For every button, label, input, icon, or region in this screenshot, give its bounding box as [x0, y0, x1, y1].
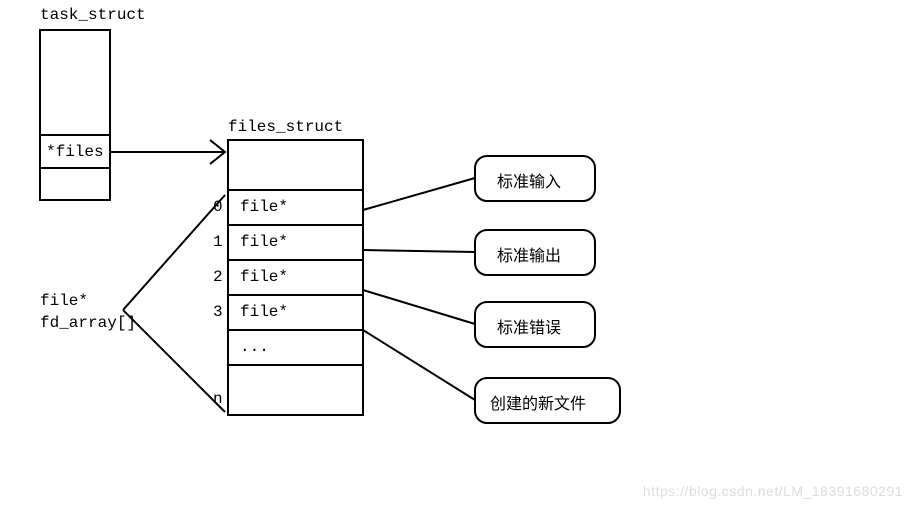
task-struct-title: task_struct: [40, 6, 146, 24]
files-struct-title: files_struct: [228, 118, 343, 136]
fd-row-3: file*: [240, 303, 288, 321]
target-stderr: 标准错误: [497, 314, 561, 338]
fd-index-0: 0: [213, 198, 223, 216]
fd-index-3: 3: [213, 303, 223, 321]
fd-row-0: file*: [240, 198, 288, 216]
target-stdin: 标准输入: [497, 168, 561, 192]
fd-index-1: 1: [213, 233, 223, 251]
fd-row-ellipsis: ...: [240, 338, 269, 356]
watermark: https://blog.csdn.net/LM_18391680291: [643, 483, 903, 499]
task-struct-files-field: *files: [46, 143, 104, 161]
array-label-line1: file*: [40, 292, 88, 310]
target-newfile: 创建的新文件: [490, 390, 586, 414]
diagram-svg: [0, 0, 913, 507]
fd-row-1: file*: [240, 233, 288, 251]
target-stdout: 标准输出: [497, 242, 561, 266]
fd-index-n: n: [213, 390, 223, 408]
array-label-line2: fd_array[]: [40, 314, 136, 332]
fd-index-2: 2: [213, 268, 223, 286]
fd-row-2: file*: [240, 268, 288, 286]
